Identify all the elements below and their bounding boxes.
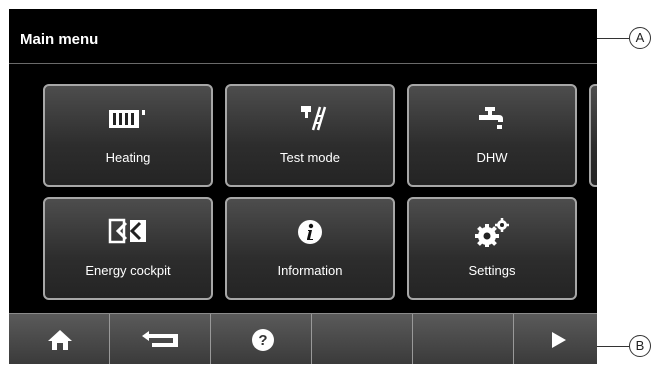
tile-label-energy-cockpit: Energy cockpit [85,263,171,278]
wrench-ladder-icon [301,106,327,131]
partial-tile[interactable] [589,84,597,187]
energy-cockpit-icon [108,218,146,244]
faucet-icon [479,107,503,129]
tile-label-information: Information [277,263,343,278]
next-button[interactable] [514,314,597,364]
callout-a: A [629,27,651,49]
info-icon [298,220,322,244]
dhw-tile[interactable]: DHW [407,84,577,187]
home-icon [48,330,72,350]
help-icon: ? [252,329,274,351]
callout-a-line [597,38,629,39]
empty-button-1[interactable] [312,314,413,364]
test-mode-tile[interactable]: Test mode [225,84,395,187]
home-button[interactable] [9,314,110,364]
back-arrow-icon [142,331,178,347]
tile-label-heating: Heating [105,150,151,165]
display-screen: Main menu Heating Test mode DHW Energy c… [9,9,597,364]
radiator-icon [109,110,145,128]
tile-label-settings: Settings [468,263,516,278]
play-next-icon [552,332,566,348]
settings-tile[interactable]: Settings [407,197,577,300]
help-button[interactable]: ? [211,314,312,364]
page-title: Main menu [20,31,99,48]
tile-label-test-mode: Test mode [280,150,340,165]
tile-label-dhw: DHW [476,150,508,165]
heating-tile[interactable]: Heating [43,84,213,187]
back-button[interactable] [110,314,211,364]
empty-button-2[interactable] [413,314,514,364]
header-bar: Main menu [9,9,597,64]
callout-b-line [597,346,629,347]
svg-text:?: ? [258,332,267,349]
energy-cockpit-tile[interactable]: Energy cockpit [43,197,213,300]
callout-b: B [629,335,651,357]
gears-icon [475,218,509,247]
information-tile[interactable]: Information [225,197,395,300]
bottom-toolbar: ? [9,313,597,364]
